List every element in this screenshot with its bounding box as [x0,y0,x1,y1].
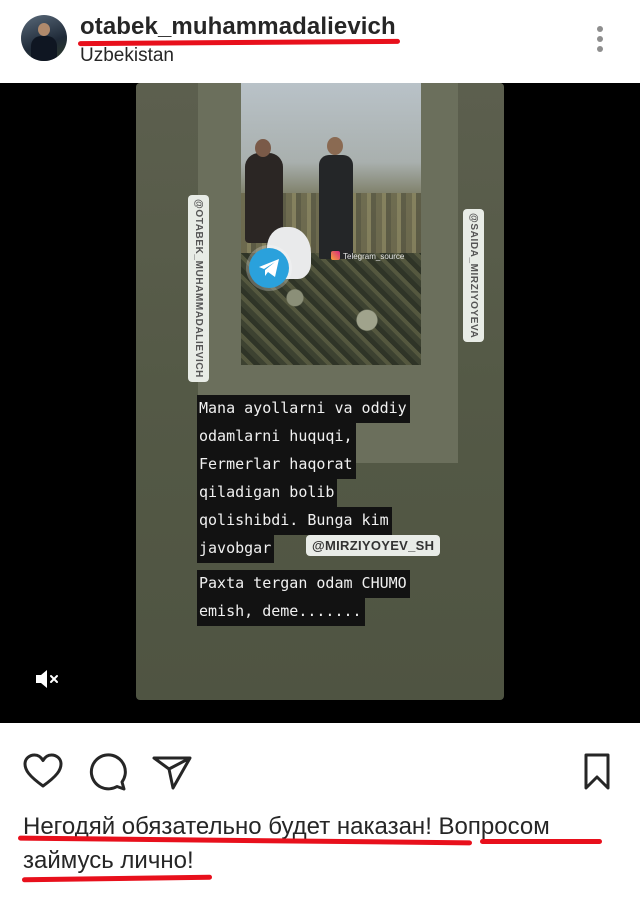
post-caption: Негодяй обязательно будет наказан! Вопро… [23,810,623,878]
mute-speaker-icon[interactable] [34,668,64,690]
send-icon[interactable] [152,752,192,792]
story-line: Paxta tergan odam CHUMO [197,570,410,598]
post-actions [0,736,640,806]
story-text-2: Paxta tergan odam CHUMO emish, deme.....… [197,570,410,626]
mention-sticker: @MIRZIYOYEV_SH [306,535,441,556]
caption-part-2: Вопросом [438,813,550,840]
instagram-icon [331,251,340,260]
story-line: Mana ayollarni va oddiy [197,395,410,423]
story-line: odamlarni huquqi, [197,423,356,451]
avatar[interactable] [21,15,67,61]
story-line: qiladigan bolib [197,479,338,507]
story-line: javobgar [197,535,275,563]
story-line: qolishibdi. Bunga kim [197,507,392,535]
heart-icon[interactable] [23,752,63,792]
right-watermark: @SAIDA_MIRZIYOYEVA [463,209,484,343]
post-media[interactable]: Telegram_source @OTABEK_MUHAMMADALIEVICH… [0,83,640,723]
caption-part-3: займусь лично! [23,847,194,874]
comment-icon[interactable] [88,752,128,792]
avatar-body [31,36,57,61]
telegram-icon [249,248,289,288]
man-figure [319,137,353,259]
story-line: emish, deme....... [197,598,365,626]
avatar-head [38,23,50,36]
post-header: otabek_muhammadalievich Uzbekistan [0,0,640,82]
story-line: Fermerlar haqorat [197,451,356,479]
photo-source-label: Telegram_source [331,251,404,261]
username-link[interactable]: otabek_muhammadalievich [80,13,396,41]
cotton-field-photo [241,83,421,365]
location-link[interactable]: Uzbekistan [80,45,174,67]
left-watermark: @OTABEK_MUHAMMADALIEVICH [188,195,209,382]
bookmark-icon[interactable] [578,752,618,792]
more-vertical-icon[interactable] [592,26,608,56]
caption-red-underline-2 [480,839,602,844]
